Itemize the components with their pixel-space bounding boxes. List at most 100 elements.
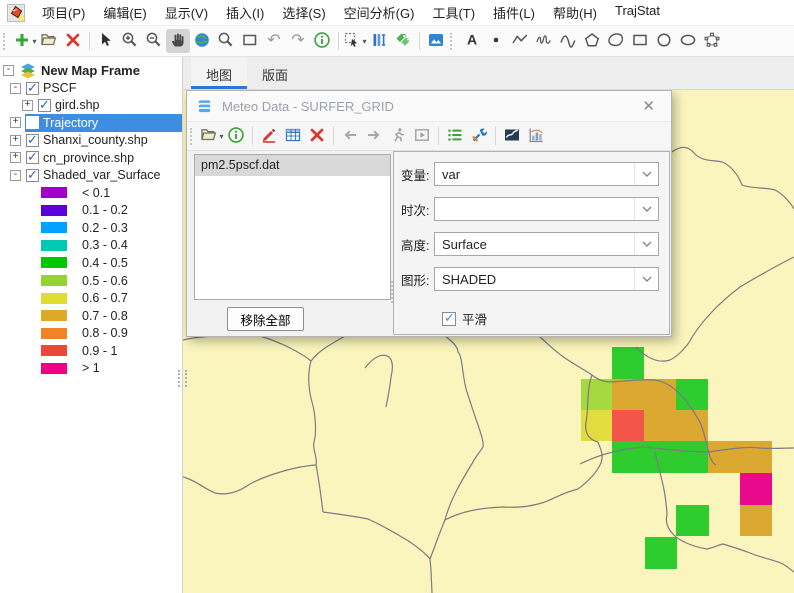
toolbar-grip[interactable] [450,33,456,50]
polyline-tool-button[interactable] [508,29,532,53]
previous-time-button[interactable] [338,124,362,148]
layer-checkbox[interactable] [26,151,39,164]
tools-button[interactable] [467,124,491,148]
polygon-tool-button[interactable] [580,29,604,53]
freehand-polygon-tool-button[interactable] [604,29,628,53]
tab-地图[interactable]: 地图 [191,57,247,89]
layer-checkbox[interactable] [26,116,39,129]
draw-setting-button[interactable] [257,124,281,148]
open-folder-button[interactable] [37,29,61,53]
data-info-button[interactable] [224,124,248,148]
menu-item-9[interactable]: TrajStat [606,0,669,25]
variable-combobox[interactable]: var [434,162,659,186]
legend-item[interactable]: 0.8 - 0.9 [0,324,182,342]
legend-item[interactable]: 0.7 - 0.8 [0,307,182,325]
undo-button[interactable]: ↶ [262,29,286,53]
tree-item-gird.shp[interactable]: +gird.shp [0,97,182,114]
menu-item-4[interactable]: 选择(S) [273,0,334,25]
map-canvas[interactable]: Meteo Data - SURFER_GRID ✕ ▾ pm2.5pscf.d… [183,90,794,593]
chevron-down-icon[interactable] [634,163,658,185]
chevron-down-icon[interactable] [634,233,658,255]
collapse-icon[interactable]: - [3,65,14,76]
remove-layer-button[interactable] [61,29,85,53]
circle-tool-button[interactable] [652,29,676,53]
tree-item-Trajectory[interactable]: +Trajectory [0,114,182,131]
layer-checkbox[interactable] [26,82,39,95]
panel-splitter-grip[interactable] [178,370,187,387]
close-icon[interactable]: ✕ [635,96,662,116]
menu-item-7[interactable]: 插件(L) [484,0,544,25]
menu-item-1[interactable]: 编辑(E) [94,0,155,25]
select-feature-button[interactable]: ▾ [343,29,367,53]
level-combobox[interactable]: Surface [434,232,659,256]
create-map-layer-button[interactable] [500,124,524,148]
rectangle-tool-button[interactable] [628,29,652,53]
file-item[interactable]: pm2.5pscf.dat [195,155,390,176]
remove-data-button[interactable] [305,124,329,148]
animate-button[interactable] [386,124,410,148]
create-chart-button[interactable] [524,124,548,148]
measure-button[interactable] [367,29,391,53]
layer-checkbox[interactable] [38,99,51,112]
menu-item-5[interactable]: 空间分析(G) [335,0,424,25]
point-tool-button[interactable] [484,29,508,53]
play-animation-button[interactable] [410,124,434,148]
curve-tool-button[interactable] [556,29,580,53]
label-button[interactable] [391,29,415,53]
tab-版面[interactable]: 版面 [247,57,303,89]
legend-item[interactable]: 0.3 - 0.4 [0,237,182,255]
legend-item[interactable]: 0.5 - 0.6 [0,272,182,290]
open-data-button[interactable]: ▾ [200,124,224,148]
pan-hand-button[interactable] [166,29,190,53]
zoom-out-button[interactable] [142,29,166,53]
zoom-rectangle-button[interactable] [238,29,262,53]
redo-button[interactable]: ↷ [286,29,310,53]
insert-image-button[interactable] [424,29,448,53]
ellipse-tool-button[interactable] [676,29,700,53]
time-combobox[interactable] [434,197,659,221]
legend-item[interactable]: 0.4 - 0.5 [0,254,182,272]
dialog-title-bar[interactable]: Meteo Data - SURFER_GRID ✕ [187,91,671,122]
menu-item-2[interactable]: 显示(V) [156,0,217,25]
add-layer-button[interactable]: ▾ [13,29,37,53]
zoom-in-button[interactable] [118,29,142,53]
tree-item-PSCF[interactable]: -PSCF [0,79,182,96]
menu-item-3[interactable]: 插入(I) [217,0,273,25]
legend-item[interactable]: < 0.1 [0,184,182,202]
settings-list-button[interactable] [443,124,467,148]
layer-checkbox[interactable] [26,169,39,182]
tree-item-New-Map-Frame[interactable]: -New Map Frame [0,62,182,79]
identify-info-button[interactable] [310,29,334,53]
legend-item[interactable]: 0.6 - 0.7 [0,289,182,307]
polygon-select-tool-button[interactable] [700,29,724,53]
attribute-table-button[interactable] [281,124,305,148]
legend-item[interactable]: 0.1 - 0.2 [0,201,182,219]
menu-item-0[interactable]: 项目(P) [33,0,94,25]
full-extent-globe-button[interactable] [190,29,214,53]
text-tool-button[interactable]: A [460,29,484,53]
smooth-checkbox[interactable] [442,312,456,326]
menu-item-6[interactable]: 工具(T) [423,0,484,25]
chevron-down-icon[interactable] [634,268,658,290]
layer-checkbox[interactable] [26,134,39,147]
toolbar-grip[interactable] [3,33,9,50]
plot-type-combobox[interactable]: SHADED [434,267,659,291]
menu-item-8[interactable]: 帮助(H) [544,0,606,25]
legend-item[interactable]: 0.2 - 0.3 [0,219,182,237]
data-file-list[interactable]: pm2.5pscf.dat [194,154,391,300]
expand-icon[interactable]: + [10,135,21,146]
chevron-down-icon[interactable] [634,198,658,220]
tree-item-Shanxi_county.shp[interactable]: +Shanxi_county.shp [0,132,182,149]
dialog-toolbar-grip[interactable] [190,128,196,145]
next-time-button[interactable] [362,124,386,148]
collapse-icon[interactable]: - [10,83,21,94]
expand-icon[interactable]: + [22,100,33,111]
zoom-tool-button[interactable] [214,29,238,53]
collapse-icon[interactable]: - [10,170,21,181]
tree-item-Shaded_var_Surface[interactable]: -Shaded_var_Surface [0,166,182,183]
select-arrow-button[interactable] [94,29,118,53]
remove-all-button[interactable]: 移除全部 [227,307,304,331]
expand-icon[interactable]: + [10,117,21,128]
expand-icon[interactable]: + [10,152,21,163]
freehand-tool-button[interactable] [532,29,556,53]
